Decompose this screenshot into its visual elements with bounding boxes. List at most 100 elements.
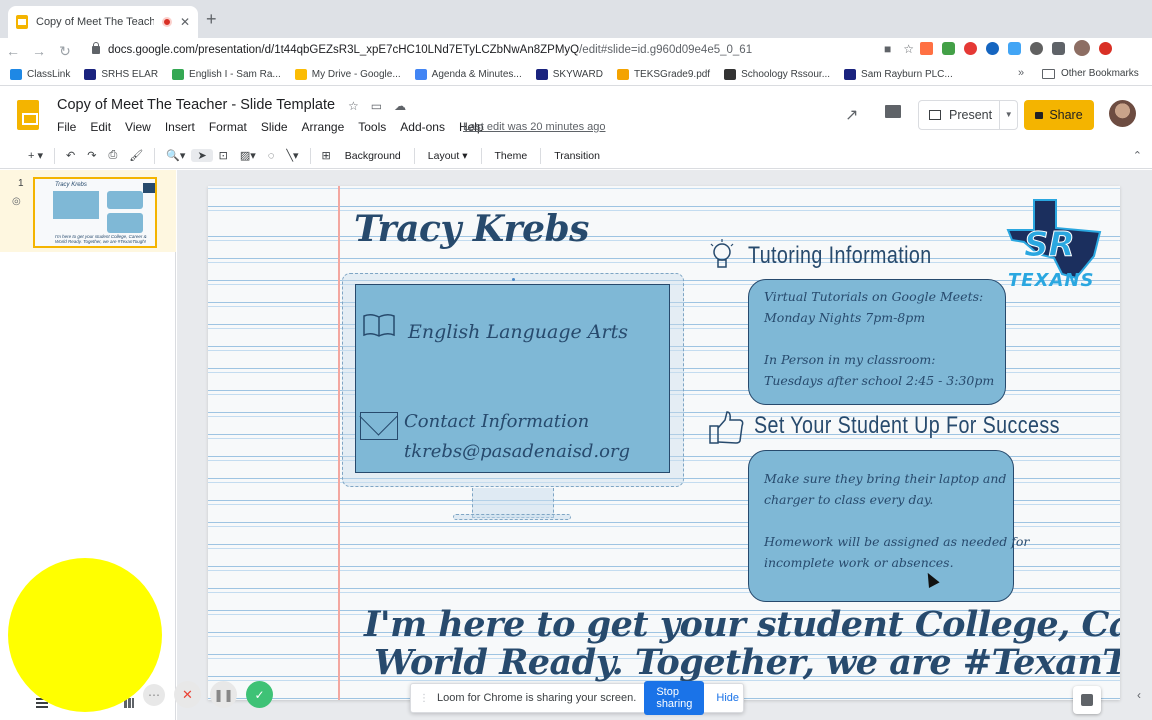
browser-profile-avatar[interactable] xyxy=(1074,40,1090,56)
menu-slide[interactable]: Slide xyxy=(261,120,288,134)
update-alert-icon[interactable] xyxy=(1099,41,1112,55)
theme-button[interactable]: Theme xyxy=(487,150,536,162)
loom-cancel-icon[interactable]: ✕ xyxy=(174,681,201,708)
tutoring-line: Tuesdays after school 2:45 - 3:30pm xyxy=(764,373,995,388)
new-slide-icon[interactable]: + ▾ xyxy=(22,149,49,162)
hide-button[interactable]: Hide xyxy=(712,692,743,704)
teacher-name[interactable]: Tracy Krebs xyxy=(354,208,589,250)
extension-green-icon[interactable] xyxy=(942,41,955,55)
bookmark-item[interactable]: SRHS ELAR xyxy=(84,69,158,80)
cloud-status-icon[interactable]: ☁ xyxy=(394,99,406,113)
account-avatar[interactable] xyxy=(1109,100,1136,127)
bookmark-star-icon[interactable]: ☆ xyxy=(903,42,914,56)
bookmark-favicon-icon xyxy=(414,69,427,80)
filmstrip-slide-1[interactable]: 1 ◎ Tracy Krebs I'm here to get your stu… xyxy=(0,170,176,252)
slide-number: 1 xyxy=(18,178,24,189)
extension-arrow-icon[interactable] xyxy=(920,41,933,55)
undo-icon[interactable]: ↶ xyxy=(60,149,81,162)
loom-camera-bubble[interactable] xyxy=(8,558,162,712)
bookmark-item[interactable]: TEKSGrade9.pdf xyxy=(616,69,710,80)
bookmarks-overflow-button[interactable]: » xyxy=(1018,67,1024,79)
menu-bar: File Edit View Insert Format Slide Arrange Tool… xyxy=(57,120,484,134)
back-icon[interactable]: ← xyxy=(0,43,26,59)
menu-arrange[interactable]: Arrange xyxy=(302,120,345,134)
menu-edit[interactable]: Edit xyxy=(90,120,111,134)
reload-icon[interactable]: ↻ xyxy=(52,43,78,60)
bookmark-item[interactable]: SKYWARD xyxy=(535,69,603,80)
slide-page[interactable]: Tracy Krebs English Language Arts Contac… xyxy=(208,186,1120,700)
tutoring-heading[interactable]: Tutoring Information xyxy=(748,242,932,270)
forward-icon[interactable]: → xyxy=(26,43,52,59)
book-icon xyxy=(363,313,395,337)
footer-line-2[interactable]: World Ready. Together, we are #TexanToug… xyxy=(374,642,1120,683)
new-tab-button[interactable]: + xyxy=(206,9,217,30)
background-button[interactable]: Background xyxy=(337,150,409,162)
editor-canvas: Tracy Krebs English Language Arts Contac… xyxy=(177,170,1152,720)
redo-icon[interactable]: ↷ xyxy=(81,149,102,162)
bookmark-item[interactable]: Schoology Rssour... xyxy=(724,69,830,80)
text-box-icon[interactable]: ⊡ xyxy=(213,149,234,162)
explore-button[interactable] xyxy=(1073,686,1101,714)
bookmark-item[interactable]: My Drive - Google... xyxy=(294,69,401,80)
last-edit-link[interactable]: Last edit was 20 minutes ago xyxy=(463,121,605,133)
shape-icon[interactable]: ◌ xyxy=(262,150,281,162)
select-cursor-icon[interactable]: ➤ xyxy=(191,149,213,162)
extension-gray-icon[interactable] xyxy=(1030,41,1043,55)
loom-pause-icon[interactable]: ❚❚ xyxy=(210,681,237,708)
other-bookmarks[interactable]: Other Bookmarks xyxy=(1042,68,1139,79)
slides-logo-icon[interactable] xyxy=(17,100,39,130)
extension-blue-icon[interactable] xyxy=(1008,41,1021,55)
extensions-puzzle-icon[interactable] xyxy=(1052,41,1065,55)
comment-history-icon[interactable] xyxy=(885,105,901,118)
rotate-handle[interactable] xyxy=(512,278,515,281)
side-panel-toggle-icon[interactable]: ‹ xyxy=(1137,688,1141,702)
menu-tools[interactable]: Tools xyxy=(358,120,386,134)
layout-button[interactable]: Layout ▾ xyxy=(420,150,476,162)
tab-close-icon[interactable]: ✕ xyxy=(180,15,190,29)
image-icon[interactable]: ▨▾ xyxy=(234,149,262,162)
star-icon[interactable]: ☆ xyxy=(348,99,359,113)
menu-file[interactable]: File xyxy=(57,120,76,134)
success-box[interactable]: Make sure they bring their laptop and ch… xyxy=(748,450,1029,602)
bookmark-label: SRHS ELAR xyxy=(101,69,159,80)
paint-format-icon[interactable]: 🖌 xyxy=(123,149,149,162)
activity-trend-icon[interactable]: ↗ xyxy=(845,105,858,125)
address-bar[interactable]: docs.google.com/presentation/d/1t44qbGEZ… xyxy=(88,38,914,62)
bookmark-label: My Drive - Google... xyxy=(311,69,401,80)
success-heading[interactable]: Set Your Student Up For Success xyxy=(754,412,1060,440)
transition-button[interactable]: Transition xyxy=(546,150,608,162)
share-button[interactable]: Share xyxy=(1024,100,1094,130)
line-icon[interactable]: ╲▾ xyxy=(280,149,304,162)
loom-more-icon[interactable]: ⋯ xyxy=(143,683,165,706)
loom-recording-controls: ⋯ ✕ ❚❚ ✓ xyxy=(143,681,273,708)
present-button[interactable]: Present ▼ xyxy=(918,100,1018,130)
slide-thumbnail[interactable]: Tracy Krebs I'm here to get your student… xyxy=(33,177,157,248)
lock-icon[interactable] xyxy=(92,42,100,54)
menu-add-ons[interactable]: Add-ons xyxy=(400,120,445,134)
bookmark-item[interactable]: English I - Sam Ra... xyxy=(172,69,281,80)
present-dropdown-icon[interactable]: ▼ xyxy=(999,101,1017,129)
add-comment-icon[interactable]: ⊞ xyxy=(316,149,337,162)
drag-handle-icon[interactable]: ⋮ xyxy=(419,693,429,704)
menu-insert[interactable]: Insert xyxy=(165,120,195,134)
print-icon[interactable]: ⎙ xyxy=(102,149,123,162)
tutoring-box[interactable]: Virtual Tutorials on Google Meets: Monda… xyxy=(748,279,1006,405)
extension-red-icon[interactable] xyxy=(964,41,977,55)
loom-finish-icon[interactable]: ✓ xyxy=(246,681,273,708)
camera-blocked-icon[interactable]: ■ xyxy=(884,42,891,56)
menu-format[interactable]: Format xyxy=(209,120,247,134)
bookmark-item[interactable]: Agenda & Minutes... xyxy=(414,69,522,80)
bookmark-item[interactable]: ClassLink xyxy=(10,69,70,80)
monitor-screen[interactable]: English Language Arts Contact Informatio… xyxy=(355,284,670,473)
move-folder-icon[interactable]: ▭ xyxy=(371,99,382,113)
slides-header: Copy of Meet The Teacher - Slide Templat… xyxy=(0,87,1152,143)
document-title[interactable]: Copy of Meet The Teacher - Slide Templat… xyxy=(57,97,335,113)
stop-sharing-button[interactable]: Stop sharing xyxy=(644,681,705,715)
zoom-icon[interactable]: 🔍▾ xyxy=(160,149,191,162)
bookmark-item[interactable]: Sam Rayburn PLC... xyxy=(844,69,953,80)
footer-line-1[interactable]: I'm here to get your student College, Ca… xyxy=(364,604,1120,645)
browser-tab[interactable]: Copy of Meet The Teacher ✕ xyxy=(8,6,198,38)
collapse-toolbar-icon[interactable]: ⌃ xyxy=(1133,149,1142,162)
extension-k-icon[interactable] xyxy=(986,41,999,55)
menu-view[interactable]: View xyxy=(125,120,151,134)
